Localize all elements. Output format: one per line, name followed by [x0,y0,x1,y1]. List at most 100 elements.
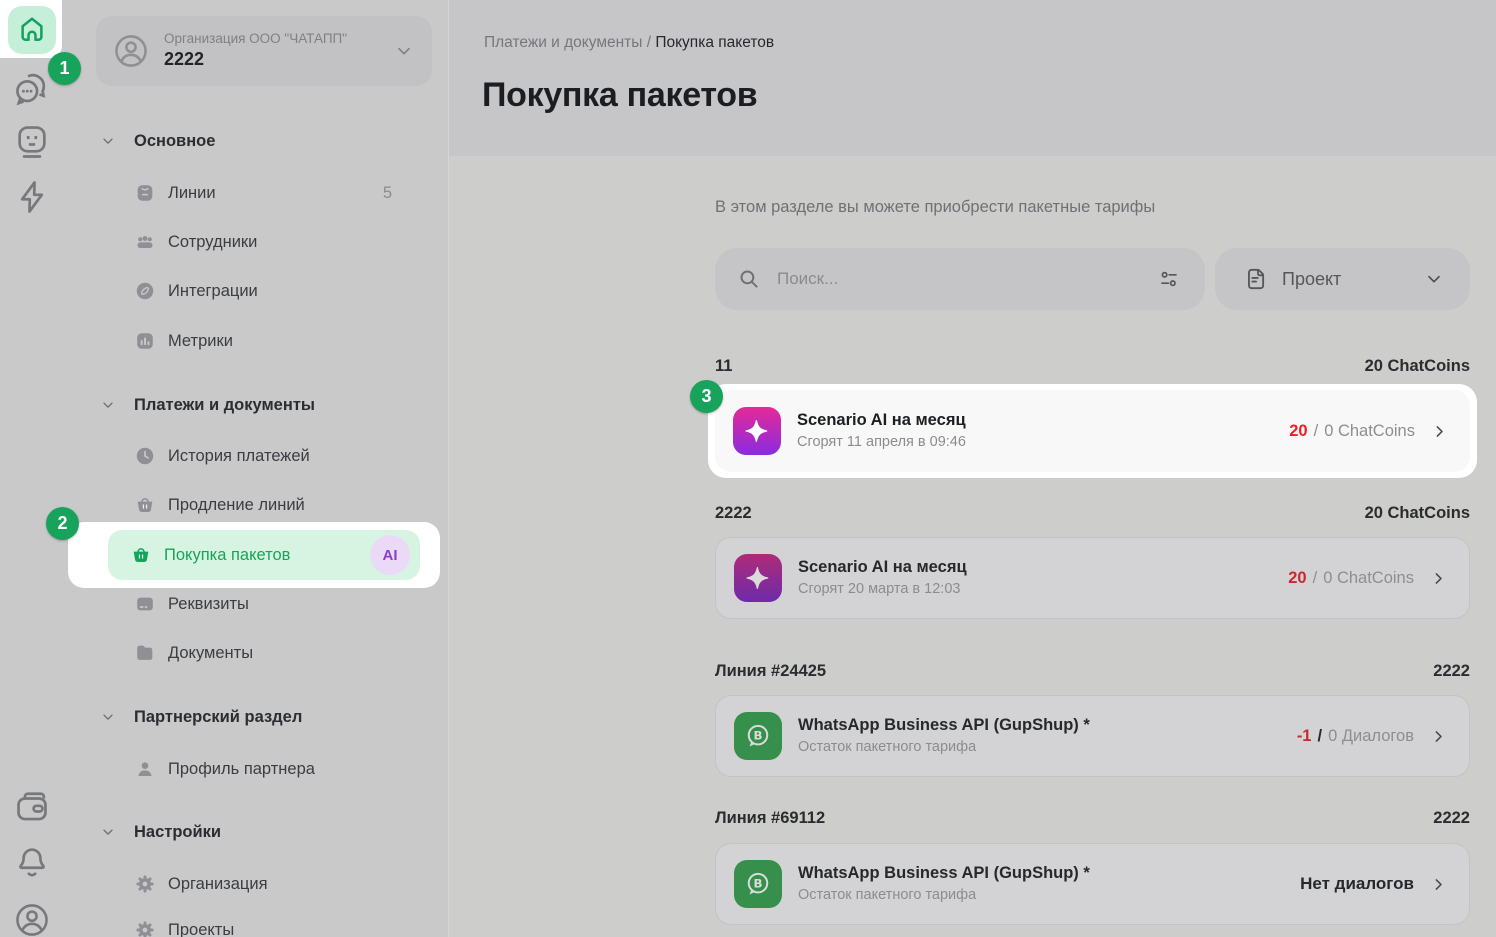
card-amount: -1 [1297,727,1312,746]
organization-label: Организация ООО "ЧАТАПП" [164,31,347,48]
content-area: В этом разделе вы можете приобрести паке… [449,156,1496,937]
sidebar-item-label: Продление линий [168,496,305,515]
sidebar-item-payment-history[interactable]: История платежей [64,431,448,481]
sidebar-item-organization[interactable]: Организация [64,859,448,909]
card-title: WhatsApp Business API (GupShup) * [798,715,1090,736]
sidebar-item-label: Линии [168,184,216,203]
package-card-whatsapp-2[interactable]: WhatsApp Business API (GupShup) * Остато… [715,843,1470,925]
chevron-right-icon [1431,423,1448,440]
chevron-right-icon [1430,570,1447,587]
chevron-down-icon [100,709,116,725]
package-card-scenario-ai-1[interactable]: Scenario AI на месяц Сгорят 11 апреля в … [715,390,1470,472]
card-subtitle: Остаток пакетного тарифа [798,738,1090,757]
package-card-scenario-ai-2[interactable]: Scenario AI на месяц Сгорят 20 марта в 1… [715,537,1470,619]
card-status-text: Нет диалогов [1300,874,1414,894]
avatar-icon [112,32,150,70]
section-header-partner[interactable]: Партнерский раздел [64,692,448,742]
card-separator: / [1317,727,1322,746]
section-title: Платежи и документы [134,396,315,415]
project-filter-label: Проект [1282,269,1341,290]
whatsapp-icon [734,860,782,908]
icon-rail [0,0,64,937]
search-input[interactable] [775,268,1157,290]
search-bar [715,248,1205,310]
sidebar: Организация ООО "ЧАТАПП" 2222 Основное Л… [64,0,449,937]
wallet-icon[interactable] [13,789,51,827]
integrations-icon [134,280,156,302]
sidebar-item-partner-profile[interactable]: Профиль партнера [64,744,448,794]
section-header-settings[interactable]: Настройки [64,807,448,857]
section-header-payments[interactable]: Платежи и документы [64,380,448,430]
search-icon [737,267,761,291]
chevron-down-icon [394,41,414,61]
organization-selector[interactable]: Организация ООО "ЧАТАПП" 2222 [96,16,432,86]
section-header-main[interactable]: Основное [64,116,448,166]
chevron-right-icon [1430,728,1447,745]
breadcrumb: Платежи и документы / Покупка пакетов [484,34,774,52]
group-balance: 2222 [1433,662,1470,681]
card-separator: / [1314,422,1319,441]
card-subtitle: Остаток пакетного тарифа [798,886,1090,905]
sidebar-item-integrations[interactable]: Интеграции [64,266,448,316]
ai-badge: AI [370,535,410,575]
basket-icon [134,494,156,516]
step-badge-3: 3 [690,380,723,413]
sidebar-item-documents[interactable]: Документы [64,628,448,678]
chevron-down-icon [100,133,116,149]
credit-card-icon [134,593,156,615]
chevron-down-icon [100,824,116,840]
folder-icon [134,642,156,664]
scenario-ai-icon [734,554,782,602]
card-total: 0 ChatCoins [1324,422,1415,441]
project-filter-dropdown[interactable]: Проект [1215,248,1470,310]
group-header: 2222 20 ChatCoins [715,503,1470,523]
sidebar-item-package-purchase[interactable]: Покупка пакетов AI [108,530,420,580]
bot-icon[interactable] [13,122,51,160]
card-title: WhatsApp Business API (GupShup) * [798,863,1090,884]
section-title: Настройки [134,823,221,842]
sidebar-item-requisites[interactable]: Реквизиты [64,579,448,629]
scenario-ai-icon [733,407,781,455]
sidebar-item-label: Интеграции [168,282,258,301]
basket-icon [130,544,152,566]
lines-icon [134,182,156,204]
card-total: 0 ChatCoins [1323,569,1414,588]
home-icon [17,15,47,45]
group-name: Линия #24425 [715,662,826,681]
chats-icon[interactable] [13,69,51,107]
sidebar-item-employees[interactable]: Сотрудники [64,217,448,267]
clock-icon [134,445,156,467]
document-icon [1243,266,1269,292]
sidebar-item-label: Проекты [168,921,234,937]
sidebar-item-projects[interactable]: Проекты [64,905,448,937]
sidebar-item-metrics[interactable]: Метрики [64,316,448,366]
sidebar-item-label: История платежей [168,447,310,466]
section-title: Основное [134,132,215,151]
sidebar-item-label: Профиль партнера [168,760,315,779]
group-header: Линия #69112 2222 [715,808,1470,828]
card-subtitle: Сгорят 11 апреля в 09:46 [797,433,966,452]
group-balance: 2222 [1433,809,1470,828]
lightning-icon[interactable] [13,178,51,216]
gear-icon [134,919,156,937]
breadcrumb-current: Покупка пакетов [655,34,774,51]
account-icon[interactable] [13,901,51,937]
group-name: 11 [715,357,732,376]
group-name: 2222 [715,504,752,523]
step-badge-1: 1 [48,52,81,85]
organization-value: 2222 [164,48,347,71]
filter-sliders-icon[interactable] [1157,267,1181,291]
chevron-down-icon [100,397,116,413]
bell-icon[interactable] [13,844,51,882]
card-separator: / [1313,569,1318,588]
group-header: 11 20 ChatCoins [715,356,1470,376]
sidebar-item-label: Покупка пакетов [164,546,290,565]
app-window: Организация ООО "ЧАТАПП" 2222 Основное Л… [0,0,1496,937]
breadcrumb-parent[interactable]: Платежи и документы [484,34,642,51]
group-balance: 20 ChatCoins [1365,504,1470,523]
sidebar-item-label: Реквизиты [168,595,249,614]
card-title: Scenario AI на месяц [797,410,966,431]
sidebar-item-lines[interactable]: Линии 5 [64,168,448,218]
rail-item-home[interactable] [8,6,56,54]
package-card-whatsapp-1[interactable]: WhatsApp Business API (GupShup) * Остато… [715,695,1470,777]
